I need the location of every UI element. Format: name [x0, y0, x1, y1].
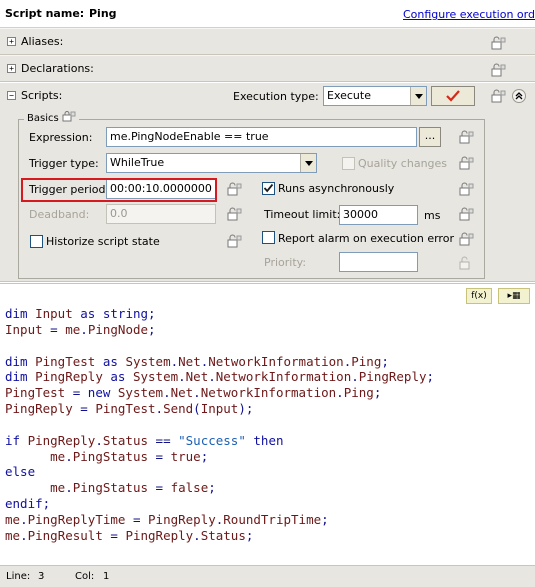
editor-toolbar: f(x) ▸▦: [0, 283, 535, 305]
deadband-label: Deadband:: [29, 208, 90, 221]
report-alarm-checkbox[interactable]: [262, 231, 275, 244]
line-value: 3: [38, 571, 45, 582]
insert-snippet-button[interactable]: ▸▦: [498, 288, 530, 304]
lock-icon[interactable]: [458, 130, 474, 144]
chevron-down-icon[interactable]: [300, 154, 316, 172]
code-line: if PingReply.Status == "Success" then: [5, 432, 284, 448]
code-line: dim Input as string;: [5, 306, 156, 321]
col-value: 1: [103, 571, 110, 582]
aliases-expand-icon[interactable]: +: [7, 37, 16, 46]
scripts-label: Scripts:: [21, 89, 63, 102]
lock-icon[interactable]: [490, 63, 506, 77]
timeout-limit-input[interactable]: 30000: [339, 205, 418, 225]
declarations-expand-icon[interactable]: +: [7, 64, 16, 73]
code-line: me.PingStatus = false;: [50, 480, 216, 496]
execution-type-label: Execution type:: [233, 90, 319, 103]
lock-icon[interactable]: [458, 232, 474, 246]
double-chevron-up-icon[interactable]: [512, 89, 526, 103]
lock-icon[interactable]: [490, 36, 506, 50]
report-alarm-label: Report alarm on execution error: [278, 232, 454, 245]
lock-icon[interactable]: [458, 207, 474, 221]
status-bar: Line: 3 Col: 1: [0, 565, 535, 587]
expression-label: Expression:: [29, 131, 93, 144]
execution-type-value: Execute: [327, 89, 371, 102]
code-line: endif;: [5, 496, 51, 512]
lock-icon[interactable]: [458, 182, 474, 196]
priority-input[interactable]: [339, 252, 418, 272]
code-line: PingReply = PingTest.Send(Input);: [5, 401, 254, 417]
code-line: me.PingReplyTime = PingReply.RoundTripTi…: [5, 511, 329, 527]
lock-icon[interactable]: [62, 111, 76, 122]
code-line: else: [5, 464, 36, 480]
apply-execution-button[interactable]: [431, 86, 475, 106]
trigger-type-select[interactable]: WhileTrue: [106, 153, 317, 173]
lock-icon[interactable]: [458, 156, 474, 170]
declarations-label: Declarations:: [21, 62, 94, 75]
code-line: me.PingResult = PingReply.Status;: [5, 527, 254, 543]
code-line: Input = me.PingNode;: [5, 321, 156, 337]
expression-input[interactable]: me.PingNodeEnable == true: [106, 127, 417, 147]
lock-disabled-icon: [459, 256, 470, 270]
timeout-unit: ms: [424, 209, 441, 222]
deadband-input[interactable]: 0.0: [106, 204, 216, 224]
lock-icon[interactable]: [226, 234, 242, 248]
runs-asynchronously-label: Runs asynchronously: [278, 182, 395, 195]
lock-icon[interactable]: [490, 89, 506, 103]
trigger-type-value: WhileTrue: [110, 156, 165, 169]
code-line: dim PingTest as System.Net.NetworkInform…: [5, 353, 389, 369]
quality-changes-checkbox[interactable]: [342, 157, 355, 170]
script-name-value: Ping: [89, 7, 117, 20]
declarations-section[interactable]: + Declarations:: [0, 55, 535, 82]
scripts-collapse-icon[interactable]: −: [7, 91, 16, 100]
historize-checkbox[interactable]: [30, 235, 43, 248]
code-line: dim PingReply as System.Net.NetworkInfor…: [5, 369, 435, 385]
script-name-label: Script name:: [5, 7, 85, 20]
trigger-period-highlight: [21, 178, 217, 202]
aliases-label: Aliases:: [21, 35, 64, 48]
runs-asynchronously-checkbox[interactable]: [262, 182, 275, 195]
col-label: Col:: [75, 571, 95, 582]
checkmark-icon: [446, 90, 460, 102]
basics-title: Basics: [24, 111, 79, 124]
basics-title-label: Basics: [27, 113, 59, 124]
lock-icon[interactable]: [226, 182, 242, 196]
timeout-limit-label: Timeout limit:: [264, 208, 341, 221]
checkmark-icon: [263, 183, 274, 193]
priority-label: Priority:: [264, 256, 307, 269]
code-line: me.PingStatus = true;: [50, 448, 209, 464]
historize-label: Historize script state: [46, 235, 160, 248]
quality-changes-label: Quality changes: [358, 157, 448, 170]
trigger-type-label: Trigger type:: [29, 157, 99, 170]
lock-icon[interactable]: [226, 207, 242, 221]
configure-execution-order-link[interactable]: Configure execution order: [403, 8, 535, 21]
execution-type-select[interactable]: Execute: [323, 86, 427, 106]
chevron-down-icon[interactable]: [410, 87, 426, 105]
code-editor[interactable]: dim Input as string; Input = me.PingNode;…: [0, 306, 535, 564]
insert-function-button[interactable]: f(x): [466, 288, 492, 304]
line-label: Line:: [6, 571, 31, 582]
aliases-section[interactable]: + Aliases:: [0, 28, 535, 55]
code-line: PingTest = new System.Net.NetworkInforma…: [5, 385, 382, 401]
script-header: Script name: Ping Configure execution or…: [0, 0, 535, 28]
expression-browse-button[interactable]: ...: [419, 127, 441, 147]
